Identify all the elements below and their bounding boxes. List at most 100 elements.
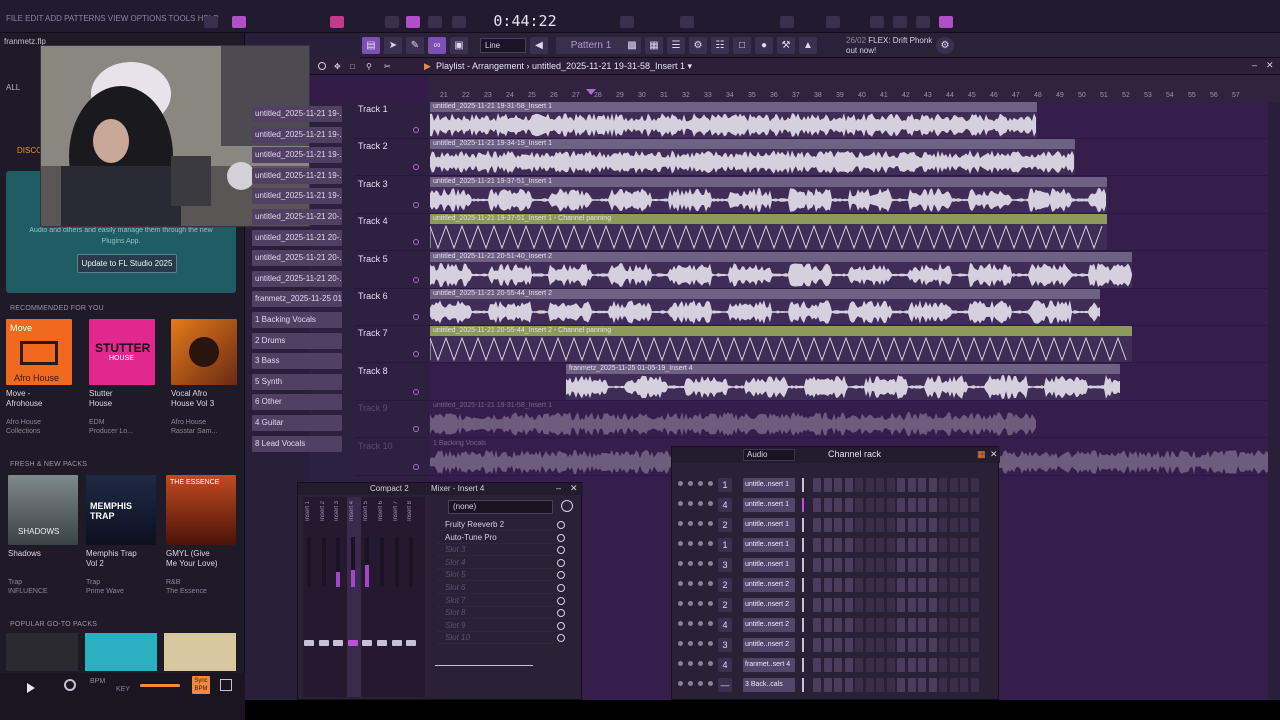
channel-name-button[interactable]: untitle..nsert 2 bbox=[743, 638, 795, 652]
playlist-icon[interactable] bbox=[939, 16, 953, 28]
step-button[interactable] bbox=[897, 578, 905, 592]
mic-icon[interactable]: ● bbox=[755, 37, 773, 54]
step-button[interactable] bbox=[970, 598, 979, 612]
step-button[interactable] bbox=[939, 638, 947, 652]
channel-row[interactable]: 3 untitle..nsert 2 bbox=[678, 635, 994, 655]
track-lane[interactable]: untitled_2025-11-21 19-31-58_Insert 1 bbox=[430, 102, 1268, 139]
step-button[interactable] bbox=[960, 598, 968, 612]
step-button[interactable] bbox=[844, 558, 853, 572]
step-button[interactable] bbox=[876, 638, 884, 652]
step-button[interactable] bbox=[865, 538, 874, 552]
channel-led-icon[interactable] bbox=[678, 481, 683, 486]
fx-slot[interactable]: Slot 4 bbox=[437, 557, 565, 569]
step-button[interactable] bbox=[907, 678, 916, 692]
pencil-icon[interactable]: ✎ bbox=[406, 37, 424, 54]
popular-pack-art[interactable] bbox=[6, 633, 78, 671]
step-button[interactable] bbox=[834, 618, 842, 632]
channel-name-button[interactable]: 3 Back..cals bbox=[743, 678, 795, 692]
audio-clip[interactable]: untitled_2025-11-21 20-55-44_Insert 2 bbox=[430, 289, 1100, 325]
picker-clip[interactable]: 4 Guitar bbox=[252, 415, 342, 431]
step-button[interactable] bbox=[939, 598, 947, 612]
channel-led-icon[interactable] bbox=[708, 641, 713, 646]
step-button[interactable] bbox=[855, 638, 863, 652]
step-button[interactable] bbox=[939, 658, 947, 672]
channel-led-icon[interactable] bbox=[678, 661, 683, 666]
step-button[interactable] bbox=[834, 658, 842, 672]
volume-fader[interactable] bbox=[406, 640, 417, 646]
channel-led-icon[interactable] bbox=[678, 641, 683, 646]
step-button[interactable] bbox=[907, 638, 916, 652]
audio-clip[interactable]: untitled_2025-11-21 19-31-58_Insert 1 bbox=[430, 102, 1037, 138]
link-icon[interactable]: ∞ bbox=[428, 37, 446, 54]
channel-led-icon[interactable] bbox=[678, 501, 683, 506]
timeline-ruler[interactable]: 21 22 23 24 25 26 27 28 29 30 31 32 33 34 35 36 37 38 39 40… bbox=[428, 75, 1280, 102]
channel-led-icon[interactable] bbox=[678, 621, 683, 626]
step-button[interactable] bbox=[960, 618, 968, 632]
pack-card[interactable]: Vocal Afro House Vol 3 Afro House Rasstar … bbox=[171, 319, 241, 436]
volume-fader[interactable] bbox=[377, 640, 387, 646]
popular-pack-art[interactable] bbox=[85, 633, 157, 671]
step-button[interactable] bbox=[823, 658, 832, 672]
mixer-track-number[interactable]: 3 bbox=[718, 638, 732, 652]
channel-led-icon[interactable] bbox=[708, 581, 713, 586]
mixer-icon[interactable] bbox=[893, 16, 907, 28]
channel-led-icon[interactable] bbox=[678, 581, 683, 586]
close-icon[interactable]: ✕ bbox=[990, 449, 998, 460]
step-button[interactable] bbox=[907, 498, 916, 512]
step-button[interactable] bbox=[897, 638, 905, 652]
mute-indicator[interactable] bbox=[413, 201, 419, 208]
step-button[interactable] bbox=[834, 558, 842, 572]
step-button[interactable] bbox=[928, 678, 937, 692]
step-button[interactable] bbox=[886, 618, 895, 632]
channel-led-icon[interactable] bbox=[698, 521, 703, 526]
mute-indicator[interactable] bbox=[413, 239, 419, 246]
channel-led-icon[interactable] bbox=[698, 681, 703, 686]
step-button[interactable] bbox=[876, 578, 884, 592]
step-button[interactable] bbox=[918, 658, 926, 672]
picker-clip[interactable]: untitled_2025-11-21 20-... bbox=[252, 250, 342, 267]
step-button[interactable] bbox=[970, 638, 979, 652]
step-button[interactable] bbox=[834, 678, 842, 692]
track-lane[interactable]: untitled_2025-11-21 19-37-51_Insert 1 bbox=[430, 176, 1268, 214]
step-button[interactable] bbox=[813, 518, 821, 532]
channel-row[interactable]: 4 franmet..sert 4 bbox=[678, 655, 994, 675]
channel-led-icon[interactable] bbox=[678, 681, 683, 686]
track-header[interactable]: Track 9 bbox=[355, 401, 428, 439]
record-button[interactable] bbox=[406, 16, 420, 28]
step-button[interactable] bbox=[844, 498, 853, 512]
volume-fader[interactable] bbox=[318, 640, 329, 646]
step-button[interactable] bbox=[970, 498, 979, 512]
volume-fader[interactable] bbox=[362, 640, 373, 646]
tempo-display[interactable] bbox=[330, 16, 344, 28]
picker-clip[interactable]: untitled_2025-11-21 19-... bbox=[252, 126, 342, 143]
slot-toggle-icon[interactable] bbox=[557, 558, 565, 567]
mixer-strip[interactable]: Insert 4 bbox=[346, 497, 361, 697]
channel-led-icon[interactable] bbox=[678, 541, 683, 546]
mixer-strip[interactable]: Insert 7 bbox=[391, 497, 405, 697]
step-button[interactable] bbox=[918, 678, 926, 692]
step-button[interactable] bbox=[876, 498, 884, 512]
track-header[interactable]: Track 3 bbox=[355, 177, 428, 214]
mute-indicator[interactable] bbox=[413, 463, 419, 470]
step-button[interactable] bbox=[844, 658, 853, 672]
mixer-track-number[interactable]: 2 bbox=[718, 598, 732, 612]
zoom-icon[interactable]: ⚲ bbox=[366, 62, 372, 71]
step-button[interactable] bbox=[928, 618, 937, 632]
step-button[interactable] bbox=[939, 478, 947, 492]
step-button[interactable] bbox=[834, 498, 842, 512]
step-button[interactable] bbox=[897, 538, 905, 552]
channel-led-icon[interactable] bbox=[708, 601, 713, 606]
channel-led-icon[interactable] bbox=[688, 641, 693, 646]
channel-select-marker[interactable] bbox=[802, 678, 804, 692]
file-icon[interactable]: □ bbox=[733, 37, 751, 54]
stamp-icon[interactable]: ▣ bbox=[450, 37, 468, 54]
slot-toggle-icon[interactable] bbox=[557, 584, 565, 592]
step-button[interactable] bbox=[928, 478, 937, 492]
step-button[interactable] bbox=[876, 658, 884, 672]
camera-icon[interactable]: ▲ bbox=[799, 37, 817, 54]
channel-led-icon[interactable] bbox=[688, 601, 693, 606]
step-button[interactable] bbox=[960, 638, 968, 652]
mixer-strip[interactable]: Insert 8 bbox=[405, 497, 419, 697]
step-button[interactable] bbox=[855, 618, 863, 632]
channel-name-button[interactable]: untitle..nsert 1 bbox=[743, 478, 795, 492]
